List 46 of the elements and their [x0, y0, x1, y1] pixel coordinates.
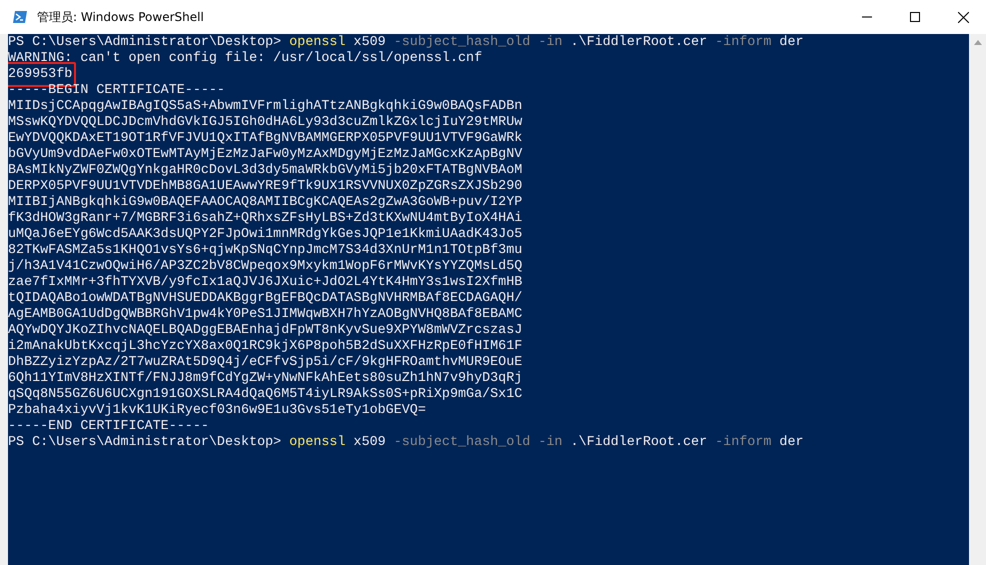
command-parameter: -inform — [715, 35, 772, 51]
command-argument: der — [779, 35, 804, 51]
output-line: WARNING: can't open config file: /usr/local/ssl/openssl.cnf — [8, 51, 482, 67]
output-line: DhBZZyizYzpAz/2T7wuZRAt5D9Q4j/eCFfvSjp5i/cF/9kgHFROamthvMUR9EOuE — [8, 355, 522, 371]
maximize-icon — [910, 12, 920, 22]
output-line: -----END CERTIFICATE----- — [8, 419, 209, 435]
command-parameter: -subject_hash_old — [394, 35, 530, 51]
prompt: PS C:\Users\Administrator\Desktop> — [8, 435, 282, 451]
output-line: MIIBIjANBgkqhkiG9w0BAQEFAAOCAQ8AMIIBCgKCAQEAs2gZwA3GoWB+puv/I2YP — [8, 195, 522, 211]
command-parameter: -subject_hash_old — [394, 435, 530, 451]
close-icon — [958, 12, 968, 22]
command-argument: .\FiddlerRoot.cer — [570, 435, 708, 451]
output-line: j/h3A1V41CzwOQwiH6/AP3ZC2bV8CWpeqox9Mxykm1WopF6rMWvKYsYYZQMsLd5Q — [8, 259, 522, 275]
output-line: MSswKQYDVQQLDCJDcmVhdGVkIGJ5IGh0dHA6Ly93d3cuZmlkZGxlcjIuY29tMRUw — [8, 115, 522, 131]
command-parameter: -inform — [715, 435, 772, 451]
command-argument: x509 — [354, 35, 386, 51]
output-line: MIIDsjCCApqgAwIBAgIQS5aS+AbwmIVFrmlighATtzANBgkqhkiG9w0BAQsFADBn — [8, 99, 522, 115]
output-line: -----BEGIN CERTIFICATE----- — [8, 83, 225, 99]
output-line: AQYwDQYJKoZIhvcNAQELBQADggEBAEnhajdFpWT8nKyvSue9XPYW8mWVZrcszasJ — [8, 323, 522, 339]
output-line: BAsMIkNyZWF0ZWQgYnkgaHR0cDovL3d3dy5maWRkbGVyMi5jb20xFTATBgNVBAoM — [8, 163, 522, 179]
command-parameter: -in — [538, 435, 562, 451]
output-line: 82TKwFASMZa5s1KHQO1vsYs6+qjwKpSNqCYnpJmcM7S34d3XnUrM1n1TOtpBf3mu — [8, 243, 522, 259]
powershell-icon — [12, 9, 28, 25]
command-name: openssl — [289, 435, 346, 451]
output-line: uMQaJ6eEYg6Wcd5AAK3dsUQPY2FJpOwi1mnMRdgYkGesJQP1e1KkmiUAadK43Jo5 — [8, 227, 522, 243]
output-line: qSQq8N55GZ6U6UCXgn191GOXSLRA4dQaQ6M5T4iyLR9AkSs0S+pRiXp9mGa/Sx1C — [8, 387, 522, 403]
window-title: 管理员: Windows PowerShell — [37, 8, 205, 26]
output-line: tQIDAQABo1owWDATBgNVHSUEDDAKBggrBgEFBQcDATASBgNVHRMBAf8ECDAGAQH/ — [8, 291, 522, 307]
command-parameter: -in — [538, 35, 562, 51]
output-line: EwYDVQQKDAxET19OT1RfVFJVU1QxITAfBgNVBAMMGERPX05PVF9UU1VTVF9GaWRk — [8, 131, 522, 147]
command-argument: .\FiddlerRoot.cer — [570, 35, 708, 51]
output-line: 6Qh11YImV8HzXINTf/FNJJ8m9fCdYgZW+yNwNFkAhEets80suZh1hN7v9hyD3qRj — [8, 371, 522, 387]
output-line: fK3dHOW3gRanr+7/MGBRF3i6sahZ+QRhxsZFsHyLBS+Zd3tKXwNU4mtByIoX4HAi — [8, 211, 522, 227]
prompt: PS C:\Users\Administrator\Desktop> — [8, 35, 282, 51]
command-argument: x509 — [354, 435, 386, 451]
command-name: openssl — [289, 35, 346, 51]
output-line: 269953fb — [8, 67, 72, 83]
output-line: i2mAnakUbtKxcqjL3hcYzcYX8ax0Q1RC9kjX6P8poh5B2dSuXXFHzRpE0fHIM61F — [8, 339, 522, 355]
output-line: zae7fIxMMr+3fhTYXVB/y9fcIx1aQJVJ6JXuic+JdO2L4YtK4HmY3s1wsI2XfmHB — [8, 275, 522, 291]
up-arrow-icon — [974, 40, 982, 45]
output-line: Pzbaha4xiyvVj1kvK1UKiRyecf03n6w9E1u3Gvs51eTy1obGEVQ= — [8, 403, 426, 419]
command-argument: der — [779, 435, 804, 451]
console-area[interactable] — [8, 34, 969, 565]
output-line: bGVyUm9vdDAeFw0xOTEwMTAyMjEzMzJaFw0yMzAxMDgyMjEzMzJaMGcxKzApBgNV — [8, 147, 522, 163]
output-line: DERPX05PVF9UU1VTVDEhMB8GA1UEAwwYRE9fTk9UX1RSVVNUX0ZpZGRsZXJSb290 — [8, 179, 522, 195]
output-line: AgEAMB0GA1UdDgQWBBRGhV1pw4kY0PeS1JIMWqwBXH7hYzAOBgNVHQ8BAf8EBAMC — [8, 307, 522, 323]
